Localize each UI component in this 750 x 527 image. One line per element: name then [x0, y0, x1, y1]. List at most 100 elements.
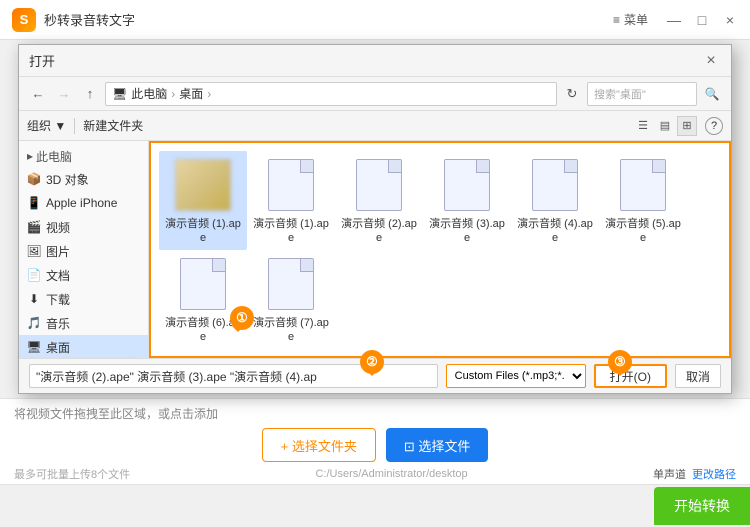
path-text: C:/Users/Administrator/desktop: [315, 468, 467, 480]
view-details-button[interactable]: ▤: [655, 116, 675, 136]
window-controls: — □ ×: [666, 12, 738, 28]
search-placeholder: 搜索"桌面": [594, 86, 646, 102]
file-icon-container: [263, 256, 319, 312]
sidebar-video-icon: 🎬: [27, 220, 41, 234]
file-icon-container: [615, 157, 671, 213]
sidebar-downloads-icon: ⬇: [27, 292, 41, 306]
close-button[interactable]: ×: [722, 12, 738, 28]
list-item[interactable]: 演示音频 (7).ape: [247, 250, 335, 349]
sidebar-pictures-label: 图片: [46, 243, 70, 260]
file-icon-container: [263, 157, 319, 213]
breadcrumb-sep1: ›: [171, 87, 175, 101]
toolbar-separator: [74, 118, 75, 134]
sidebar-item-pictures[interactable]: 🖼 图片: [19, 239, 148, 263]
organize-button[interactable]: 组织 ▼: [27, 117, 66, 134]
sidebar-docs-icon: 📄: [27, 268, 41, 282]
sidebar-item-video[interactable]: 🎬 视频: [19, 215, 148, 239]
maximize-button[interactable]: □: [694, 12, 710, 28]
app-bottom-bar: 将视频文件拖拽至此区域，或点击添加 + 选择文件夹 ⊡ 选择文件 最多可批量上传…: [0, 398, 750, 484]
sidebar-desktop-icon: 🖥: [27, 340, 41, 354]
sidebar: ▸ 此电脑 📦 3D 对象 📱 Apple iPhone 🎬 视频: [19, 141, 149, 358]
app-window: S 秒转录音转文字 ≡ 菜单 — □ × 打开 × ← → ↑: [0, 0, 750, 527]
doc-icon: [356, 159, 402, 211]
sidebar-section-pc: ▸ 此电脑: [19, 145, 148, 167]
app-logo: S: [12, 8, 36, 32]
list-item[interactable]: 演示音频 (4).ape: [511, 151, 599, 250]
sidebar-item-3d[interactable]: 📦 3D 对象: [19, 167, 148, 191]
breadcrumb-part2: 桌面: [179, 85, 203, 102]
app-title: 秒转录音转文字: [44, 10, 613, 29]
drop-zone-text: 将视频文件拖拽至此区域，或点击添加: [14, 405, 218, 422]
sidebar-desktop-label: 桌面: [46, 339, 70, 356]
file-thumbnail-icon: [175, 159, 231, 211]
new-folder-button[interactable]: 新建文件夹: [83, 117, 143, 134]
help-button[interactable]: ?: [705, 117, 723, 135]
doc-icon: [180, 258, 226, 310]
file-icon-container: [527, 157, 583, 213]
list-item[interactable]: 演示音频 (1).ape: [247, 151, 335, 250]
cancel-button[interactable]: 取消: [675, 364, 721, 388]
dialog-close-button[interactable]: ×: [701, 51, 721, 71]
menu-button[interactable]: ≡ 菜单: [613, 11, 648, 28]
dialog-title: 打开: [29, 51, 701, 70]
doc-icon: [620, 159, 666, 211]
sidebar-item-downloads[interactable]: ⬇ 下载: [19, 287, 148, 311]
view-icon-button[interactable]: ⊞: [677, 116, 697, 136]
file-dialog: 打开 × ← → ↑ 🖥 此电脑 › 桌面 › ↻ 搜索"桌面": [18, 44, 732, 394]
minimize-button[interactable]: —: [666, 12, 682, 28]
dialog-titlebar: 打开 ×: [19, 45, 731, 77]
sidebar-3d-icon: 📦: [27, 172, 41, 186]
convert-row: 开始转换: [0, 484, 750, 527]
settings-link[interactable]: 更改路径: [692, 466, 736, 482]
file-name: 演示音频 (1).ape: [163, 217, 243, 246]
dialog-body: ▸ 此电脑 📦 3D 对象 📱 Apple iPhone 🎬 视频: [19, 141, 731, 358]
file-name: 演示音频 (2).ape: [339, 217, 419, 246]
list-item[interactable]: 演示音频 (3).ape: [423, 151, 511, 250]
sidebar-section-pc-label: 此电脑: [36, 148, 72, 165]
mono-label: 单声道: [653, 466, 686, 482]
back-button[interactable]: ←: [27, 83, 49, 105]
sidebar-iphone-label: Apple iPhone: [46, 196, 117, 210]
doc-icon: [532, 159, 578, 211]
sidebar-downloads-label: 下载: [46, 291, 70, 308]
view-list-button[interactable]: ☰: [633, 116, 653, 136]
sidebar-video-label: 视频: [46, 219, 70, 236]
forward-button[interactable]: →: [53, 83, 75, 105]
view-buttons: ☰ ▤ ⊞: [633, 116, 697, 136]
callout-2: ②: [360, 350, 384, 374]
callout-1: ①: [230, 306, 254, 330]
breadcrumb[interactable]: 🖥 此电脑 › 桌面 ›: [105, 82, 557, 106]
filetype-select[interactable]: Custom Files (*.mp3;*.m4a;*.: [446, 364, 586, 388]
breadcrumb-computer-icon: 🖥: [112, 87, 127, 101]
title-bar: S 秒转录音转文字 ≡ 菜单 — □ ×: [0, 0, 750, 40]
file-name: 演示音频 (4).ape: [515, 217, 595, 246]
dialog-navbar: ← → ↑ 🖥 此电脑 › 桌面 › ↻ 搜索"桌面" 🔍: [19, 77, 731, 111]
refresh-button[interactable]: ↻: [561, 83, 583, 105]
list-item[interactable]: 演示音频 (1).ape: [159, 151, 247, 250]
up-button[interactable]: ↑: [79, 83, 101, 105]
sidebar-item-iphone[interactable]: 📱 Apple iPhone: [19, 191, 148, 215]
file-name: 演示音频 (3).ape: [427, 217, 507, 246]
sidebar-pictures-icon: 🖼: [27, 244, 41, 258]
sidebar-iphone-icon: 📱: [27, 196, 41, 210]
select-folder-button[interactable]: + 选择文件夹: [262, 428, 376, 462]
convert-button[interactable]: 开始转换: [654, 487, 750, 525]
list-item[interactable]: 演示音频 (2).ape: [335, 151, 423, 250]
callout-3: ③: [608, 350, 632, 374]
sidebar-item-docs[interactable]: 📄 文档: [19, 263, 148, 287]
select-file-button[interactable]: ⊡ 选择文件: [386, 428, 489, 462]
file-name: 演示音频 (7).ape: [251, 316, 331, 345]
sidebar-item-desktop[interactable]: 🖥 桌面: [19, 335, 148, 358]
search-bar[interactable]: 搜索"桌面": [587, 82, 697, 106]
sidebar-item-music[interactable]: 🎵 音乐: [19, 311, 148, 335]
list-item[interactable]: 演示音频 (5).ape: [599, 151, 687, 250]
file-name: 演示音频 (1).ape: [251, 217, 331, 246]
search-icon[interactable]: 🔍: [701, 83, 723, 105]
sidebar-docs-label: 文档: [46, 267, 70, 284]
file-thumbnail-container: [175, 157, 231, 213]
file-icon-container: [439, 157, 495, 213]
dialog-toolbar: 组织 ▼ 新建文件夹 ☰ ▤ ⊞ ?: [19, 111, 731, 141]
file-icon-container: [351, 157, 407, 213]
sidebar-music-icon: 🎵: [27, 316, 41, 330]
file-name: 演示音频 (5).ape: [603, 217, 683, 246]
